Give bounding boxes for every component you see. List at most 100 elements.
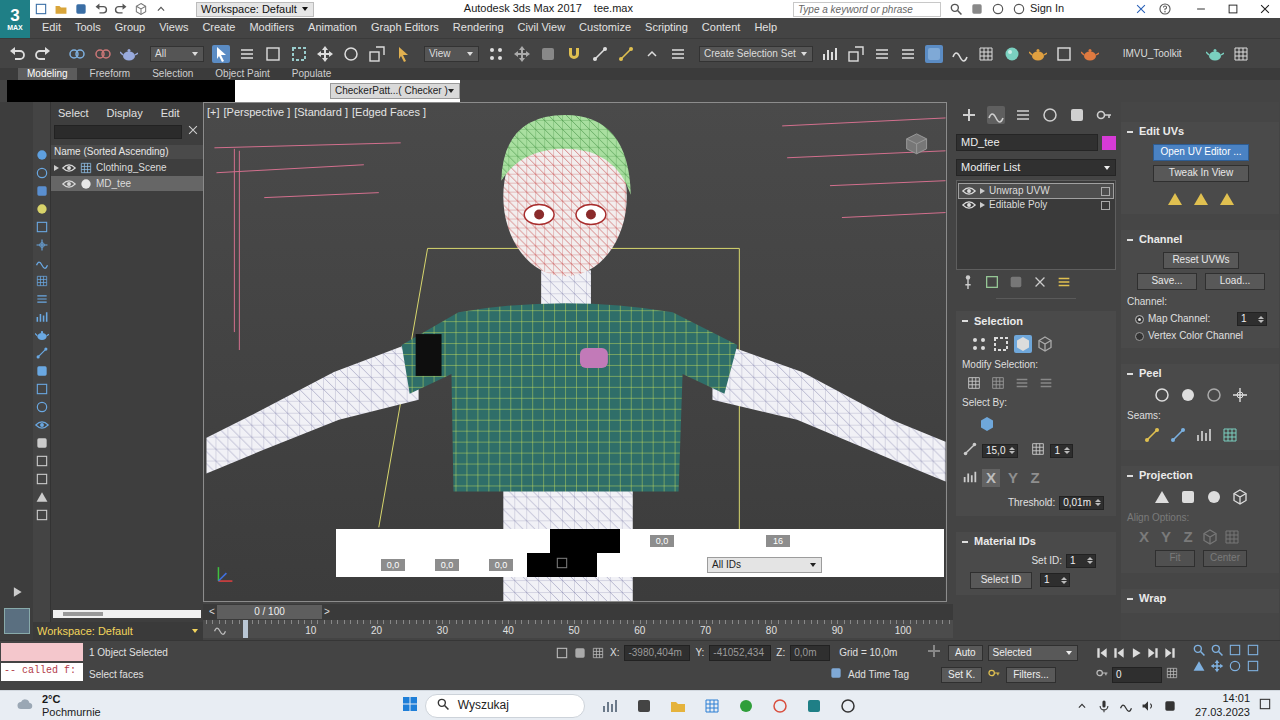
planar-map-icon[interactable]: [1153, 488, 1171, 506]
select-id-spinner[interactable]: 1: [1040, 573, 1070, 587]
xrefs-icon[interactable]: [35, 292, 49, 306]
select-by-name-icon[interactable]: [238, 45, 256, 63]
maximize-viewport-icon[interactable]: [1246, 659, 1260, 673]
toolkit-tool-icon[interactable]: [1206, 45, 1224, 63]
orbit-icon[interactable]: [1228, 659, 1242, 673]
modifier-name[interactable]: Editable Poly: [989, 199, 1047, 211]
material-editor-icon[interactable]: [1003, 45, 1021, 63]
rollout-header[interactable]: Wrap: [1127, 591, 1275, 607]
utilities-tab-icon[interactable]: [1095, 106, 1113, 124]
channel-label[interactable]: Vertex Color Channel: [1148, 330, 1243, 342]
uv-u-field[interactable]: 0,0: [650, 535, 674, 547]
pivot-icon[interactable]: [487, 45, 505, 63]
explorer-menu-item[interactable]: Display: [107, 107, 143, 120]
y-coordinate[interactable]: -41052,434: [709, 645, 771, 661]
menu-item[interactable]: Graph Editors: [371, 21, 439, 34]
motion-tab-icon[interactable]: [1041, 106, 1059, 124]
face-mode-icon[interactable]: [1014, 335, 1032, 353]
shapes-icon[interactable]: [35, 184, 49, 198]
redo-icon[interactable]: [34, 45, 52, 63]
viewport-menu[interactable]: [Edged Faces ]: [352, 106, 426, 119]
set-key-big-icon[interactable]: [925, 642, 943, 660]
threshold-spinner[interactable]: 0,01m: [1059, 496, 1104, 510]
volume-icon[interactable]: [1141, 699, 1155, 713]
customize-icon[interactable]: [154, 2, 168, 16]
load-button[interactable]: Load...: [1205, 273, 1265, 290]
maxscript-listener-output[interactable]: -- called f:: [1, 663, 83, 681]
angle-spinner[interactable]: 15,0: [982, 444, 1018, 458]
map-channel-value[interactable]: 1: [1241, 313, 1247, 325]
key-mode-dropdown[interactable]: Selected: [988, 645, 1078, 661]
chrome-icon[interactable]: [771, 697, 789, 715]
remove-modifier-icon[interactable]: [1032, 274, 1048, 290]
task-view-icon[interactable]: [635, 697, 653, 715]
axis-button[interactable]: Y: [1004, 469, 1022, 487]
menu-item[interactable]: Scripting: [645, 21, 688, 34]
rollout-title[interactable]: Peel: [1139, 367, 1162, 380]
expand-icon[interactable]: [10, 585, 24, 599]
rollout-header[interactable]: Channel: [1127, 232, 1275, 248]
menu-item[interactable]: Customize: [579, 21, 631, 34]
reference-coordinate[interactable]: View: [424, 46, 479, 62]
time-slider[interactable]: < 0 / 100 >: [203, 604, 953, 620]
time-tag-icon[interactable]: [829, 666, 843, 680]
visibility-icon[interactable]: [62, 161, 76, 175]
modify-tab[interactable]: [987, 106, 1005, 124]
children-icon[interactable]: [35, 400, 49, 414]
search-field[interactable]: [793, 2, 941, 17]
align-to-normal-icon[interactable]: [1223, 528, 1241, 546]
clock[interactable]: 14:01 27.03.2023: [1195, 692, 1250, 720]
object-icon[interactable]: [79, 177, 93, 191]
subscription-icon[interactable]: [970, 2, 984, 16]
current-frame-field[interactable]: 0: [1112, 667, 1162, 683]
material-id-filter[interactable]: All IDs: [707, 557, 822, 573]
motion-tab[interactable]: [1041, 106, 1059, 124]
curve-editor-icon[interactable]: [951, 45, 969, 63]
menu-item[interactable]: Rendering: [453, 21, 504, 34]
menu-item[interactable]: Animation: [308, 21, 357, 34]
link-icon[interactable]: [68, 45, 86, 63]
uv-lock-icon[interactable]: [555, 556, 569, 570]
user-icon[interactable]: [1012, 2, 1026, 16]
rendered-frame-icon[interactable]: [1055, 45, 1073, 63]
current-frame-marker[interactable]: [243, 620, 248, 638]
menu-item[interactable]: Modifiers: [249, 21, 294, 34]
groups-icon[interactable]: [35, 274, 49, 288]
axis-button[interactable]: Z: [1026, 469, 1044, 487]
go-to-end-icon[interactable]: [1163, 646, 1177, 660]
redo-icon[interactable]: [114, 2, 128, 16]
bind-space-warp-icon[interactable]: [120, 45, 138, 63]
workspace-selector[interactable]: Workspace: Default: [33, 622, 203, 640]
align-axis-button[interactable]: X: [1135, 528, 1153, 546]
display-tab-icon[interactable]: [1068, 106, 1086, 124]
time-configuration-icon[interactable]: [1165, 666, 1179, 680]
open-file-icon[interactable]: [54, 2, 68, 16]
radio-button[interactable]: [1135, 315, 1144, 324]
previous-frame-icon[interactable]: [1112, 646, 1126, 660]
rollout-header[interactable]: Material IDs: [962, 534, 1112, 550]
close-icon[interactable]: [1258, 2, 1272, 16]
scale-uv-icon[interactable]: [1218, 190, 1236, 208]
ribbon-tab[interactable]: Freeform: [81, 68, 140, 80]
cameras-icon[interactable]: [35, 220, 49, 234]
ribbon-toggle-icon[interactable]: [925, 45, 943, 63]
battery-icon[interactable]: [1163, 699, 1177, 713]
box-map-icon[interactable]: [1231, 488, 1249, 506]
rectangle-region-icon[interactable]: [264, 45, 282, 63]
previous-frame[interactable]: <: [207, 606, 217, 618]
field-of-view-icon[interactable]: [1192, 659, 1206, 673]
modifier-item[interactable]: Unwrap UVW: [959, 184, 1113, 198]
menu-item[interactable]: Group: [115, 21, 146, 34]
create-tab[interactable]: [960, 106, 978, 124]
viewport-menu[interactable]: [+]: [207, 106, 220, 119]
notification-icon[interactable]: [1258, 697, 1272, 711]
vertex-mode-icon[interactable]: [970, 335, 988, 353]
select-all-icon[interactable]: [35, 436, 49, 450]
configure-sets-icon[interactable]: [1056, 274, 1072, 290]
ribbon-tab[interactable]: Populate: [283, 68, 340, 80]
layers-icon[interactable]: [873, 45, 891, 63]
key-mode-icon[interactable]: [1095, 666, 1109, 680]
wifi-icon[interactable]: [1119, 699, 1133, 713]
taskbar-search[interactable]: Wyszukaj: [425, 694, 585, 718]
ribbon-tab[interactable]: Object Paint: [206, 68, 278, 80]
